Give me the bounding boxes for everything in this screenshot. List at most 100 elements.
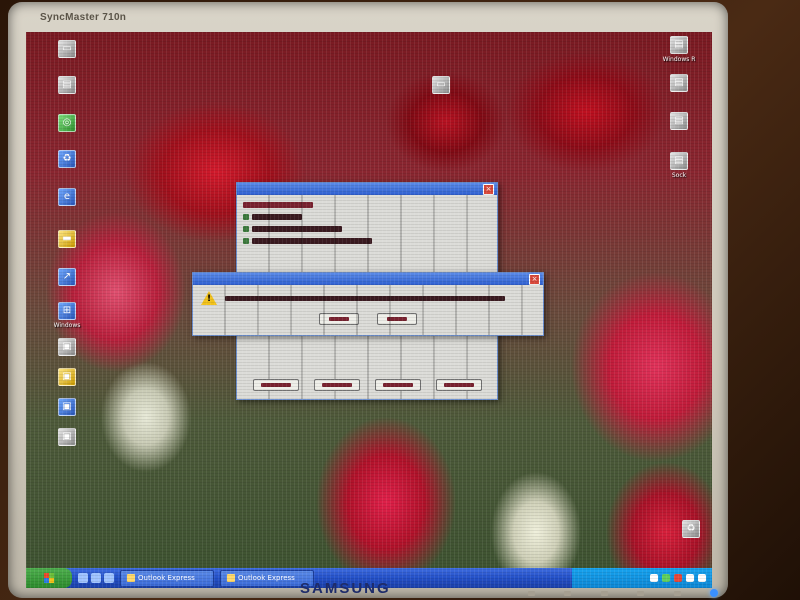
desktop-icon-right[interactable]: ▤ (662, 112, 696, 132)
desktop-icon-recycle-bin-right[interactable]: ♻ (674, 520, 708, 540)
desktop-icon-folder[interactable]: ▬ (50, 230, 84, 250)
quick-launch-icon[interactable] (78, 573, 88, 583)
shortcut-icon: ▤ (670, 36, 688, 54)
outlook-icon (127, 574, 135, 582)
desktop-icon-app[interactable]: ▣ (50, 398, 84, 418)
dialog-button-row (193, 313, 543, 325)
desktop-icon-documents[interactable]: ▤ (50, 76, 84, 96)
shortcut-icon: ▤ (670, 152, 688, 170)
tray-alert-icon[interactable] (674, 574, 682, 582)
item-icon (243, 214, 249, 220)
internet-icon: e (58, 188, 76, 206)
item-icon (243, 226, 249, 232)
folder-icon: ▬ (58, 230, 76, 248)
desktop-icon-internet[interactable]: e (50, 188, 84, 208)
app-icon: ▣ (58, 338, 76, 356)
shortcut-icon: ↗ (58, 268, 76, 286)
redacted-text (252, 214, 302, 220)
redacted-text (321, 383, 352, 387)
close-icon[interactable]: × (529, 273, 540, 285)
bezel-button[interactable] (637, 590, 645, 596)
close-icon[interactable]: × (483, 183, 494, 195)
list-item[interactable] (243, 212, 491, 222)
monitor-bezel-buttons (528, 589, 718, 597)
dialog-body: ! (193, 285, 543, 305)
warning-icon: ! (201, 291, 217, 305)
bezel-button[interactable] (673, 590, 681, 596)
bezel-button[interactable] (564, 590, 572, 596)
dialog-titlebar[interactable]: × (193, 273, 543, 285)
desktop-icon-caption: Sock (671, 172, 687, 179)
taskbar-item-outlook-1[interactable]: Outlook Express (120, 569, 214, 587)
desktop-screen: ▭ ▤ ◎ ♻ e ▬ ↗ ⊞ Windows ▣ ▣ ▣ ▣ ▭ ▤ Wind… (26, 32, 712, 588)
redacted-text (443, 383, 474, 387)
system-tray (572, 568, 712, 588)
window-button[interactable] (252, 379, 299, 391)
redacted-text (387, 317, 407, 321)
window-button[interactable] (435, 379, 482, 391)
desktop-icon-shortcut[interactable]: ↗ (50, 268, 84, 288)
bezel-button[interactable] (600, 590, 608, 596)
window-button-row (245, 379, 489, 391)
taskbar-item-label: Outlook Express (138, 574, 195, 582)
monitor-model-label: SyncMaster 710n (40, 12, 127, 23)
tray-volume-icon[interactable] (686, 574, 694, 582)
monitor-frame: SyncMaster 710n ▭ ▤ ◎ ♻ e ▬ ↗ ⊞ Windows … (8, 2, 728, 598)
list-item[interactable] (243, 236, 491, 246)
tray-icon[interactable] (698, 574, 706, 582)
desktop-icon-right[interactable]: ▤ Sock (662, 152, 696, 179)
computer-icon: ▭ (432, 76, 450, 94)
desktop-icon-recycle-bin[interactable]: ♻ (50, 150, 84, 170)
desktop-icon-app[interactable]: ▣ (50, 338, 84, 358)
warning-dialog[interactable]: × ! (192, 272, 544, 336)
app-icon: ▣ (58, 368, 76, 386)
shortcut-icon: ▤ (670, 112, 688, 130)
window-button[interactable] (374, 379, 421, 391)
window-titlebar[interactable]: × (237, 183, 497, 195)
monitor-brand-logo: SAMSUNG (300, 580, 391, 597)
recycle-bin-icon: ♻ (682, 520, 700, 538)
shortcut-icon: ▤ (670, 74, 688, 92)
window-button[interactable] (313, 379, 360, 391)
redacted-text (243, 202, 313, 208)
window-body (237, 195, 497, 253)
windows-icon: ⊞ (58, 302, 76, 320)
redacted-text (329, 317, 349, 321)
desktop-icon-network[interactable]: ◎ (50, 114, 84, 134)
desktop-icon-caption: Windows R (662, 56, 696, 63)
dialog-cancel-button[interactable] (377, 313, 417, 325)
list-item[interactable] (243, 224, 491, 234)
quick-launch (78, 573, 114, 583)
desktop-icon-computer[interactable]: ▭ (50, 40, 84, 60)
desktop-icon-app[interactable]: ▣ (50, 368, 84, 388)
redacted-text (382, 383, 413, 387)
item-icon (243, 238, 249, 244)
recycle-bin-icon: ♻ (58, 150, 76, 168)
start-button[interactable] (26, 568, 72, 588)
desktop-icon-right[interactable]: ▤ Windows R (662, 36, 696, 63)
desktop-icon-windows[interactable]: ⊞ Windows (50, 302, 84, 329)
redacted-text (252, 238, 372, 244)
redacted-text (260, 383, 291, 387)
desktop-icon-right[interactable]: ▤ (662, 74, 696, 94)
app-icon: ▣ (58, 428, 76, 446)
power-led-icon[interactable] (709, 589, 718, 597)
computer-icon: ▭ (58, 40, 76, 58)
tray-icon[interactable] (650, 574, 658, 582)
list-item[interactable] (243, 200, 491, 210)
quick-launch-icon[interactable] (104, 573, 114, 583)
network-icon: ◎ (58, 114, 76, 132)
quick-launch-icon[interactable] (91, 573, 101, 583)
outlook-icon (227, 574, 235, 582)
redacted-text (252, 226, 342, 232)
taskbar-item-label: Outlook Express (238, 574, 295, 582)
dialog-ok-button[interactable] (319, 313, 359, 325)
desktop-icon-top-center[interactable]: ▭ (424, 76, 458, 96)
desktop-icon-app[interactable]: ▣ (50, 428, 84, 448)
app-icon: ▣ (58, 398, 76, 416)
tray-network-icon[interactable] (662, 574, 670, 582)
bezel-button[interactable] (528, 590, 535, 596)
desktop-icon-caption: Windows (53, 322, 81, 329)
documents-icon: ▤ (58, 76, 76, 94)
windows-flag-icon (44, 573, 54, 583)
